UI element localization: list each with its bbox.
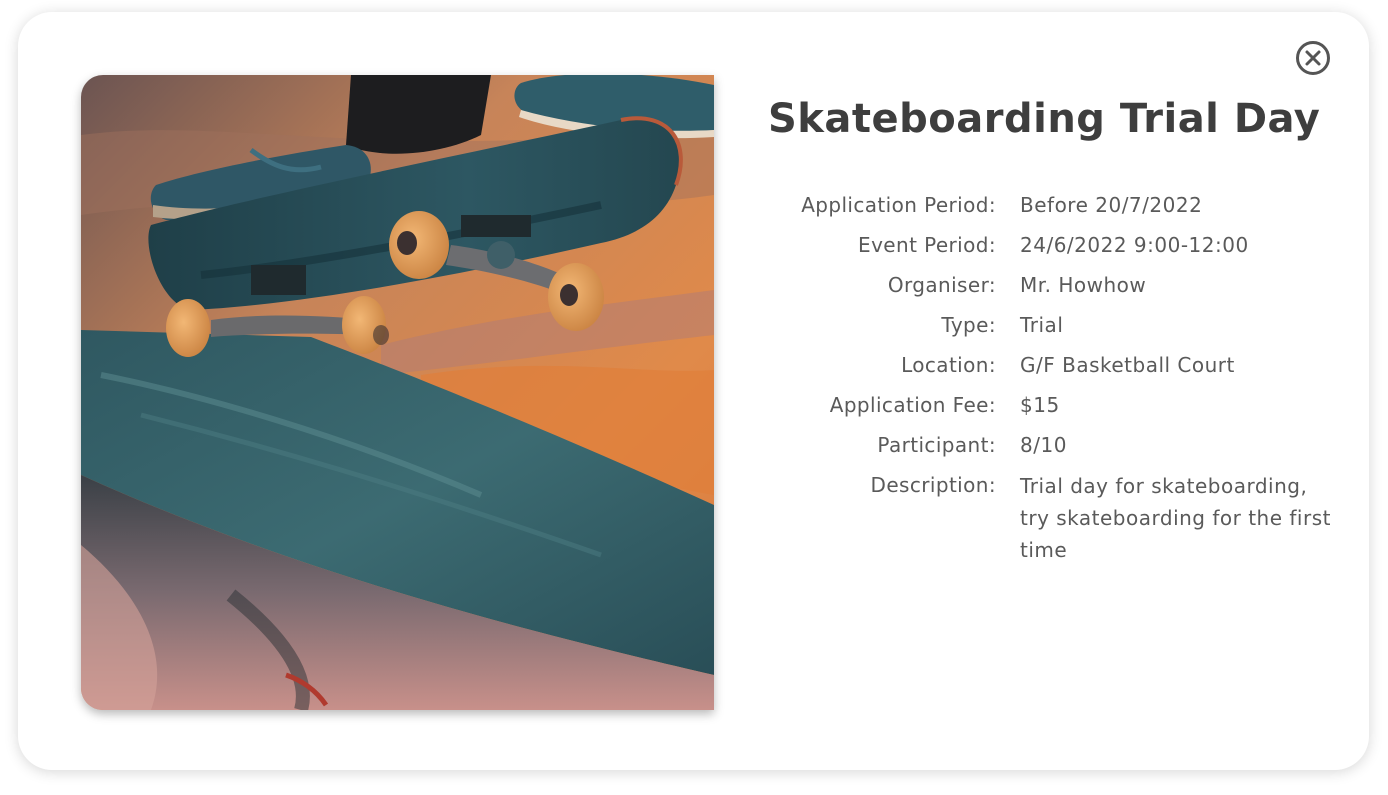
detail-row-application-fee: Application Fee: $15 bbox=[768, 392, 1348, 419]
detail-value: Before 20/7/2022 bbox=[1020, 193, 1203, 217]
detail-label: Application Period: bbox=[801, 193, 996, 217]
event-photo bbox=[81, 75, 714, 710]
detail-label: Organiser: bbox=[887, 273, 996, 297]
event-detail-modal: Skateboarding Trial Day Application Peri… bbox=[18, 12, 1369, 770]
detail-value: 8/10 bbox=[1020, 433, 1067, 457]
detail-value: $15 bbox=[1020, 393, 1060, 417]
detail-label: Type: bbox=[941, 313, 996, 337]
detail-value: Mr. Howhow bbox=[1020, 273, 1147, 297]
detail-label: Participant: bbox=[877, 433, 996, 457]
detail-row-organiser: Organiser: Mr. Howhow bbox=[768, 272, 1348, 299]
close-circle-icon bbox=[1296, 41, 1330, 75]
detail-label: Event Period: bbox=[858, 233, 996, 257]
detail-row-type: Type: Trial bbox=[768, 312, 1348, 339]
detail-value: Trial bbox=[1020, 313, 1064, 337]
detail-label: Application Fee: bbox=[829, 393, 996, 417]
event-details: Application Period: Before 20/7/2022 Eve… bbox=[768, 192, 1348, 579]
detail-row-participant: Participant: 8/10 bbox=[768, 432, 1348, 459]
detail-label: Description: bbox=[870, 473, 996, 497]
detail-row-event-period: Event Period: 24/6/2022 9:00-12:00 bbox=[768, 232, 1348, 259]
detail-value-description: Trial day for skateboarding, try skatebo… bbox=[1020, 474, 1331, 562]
event-title: Skateboarding Trial Day bbox=[768, 96, 1321, 142]
detail-row-application-period: Application Period: Before 20/7/2022 bbox=[768, 192, 1348, 219]
detail-value: 24/6/2022 9:00-12:00 bbox=[1020, 233, 1249, 257]
detail-label: Location: bbox=[901, 353, 996, 377]
close-button[interactable] bbox=[1295, 40, 1331, 76]
detail-row-location: Location: G/F Basketball Court bbox=[768, 352, 1348, 379]
detail-row-description: Description: Trial day for skateboarding… bbox=[768, 472, 1348, 566]
detail-value: G/F Basketball Court bbox=[1020, 353, 1235, 377]
